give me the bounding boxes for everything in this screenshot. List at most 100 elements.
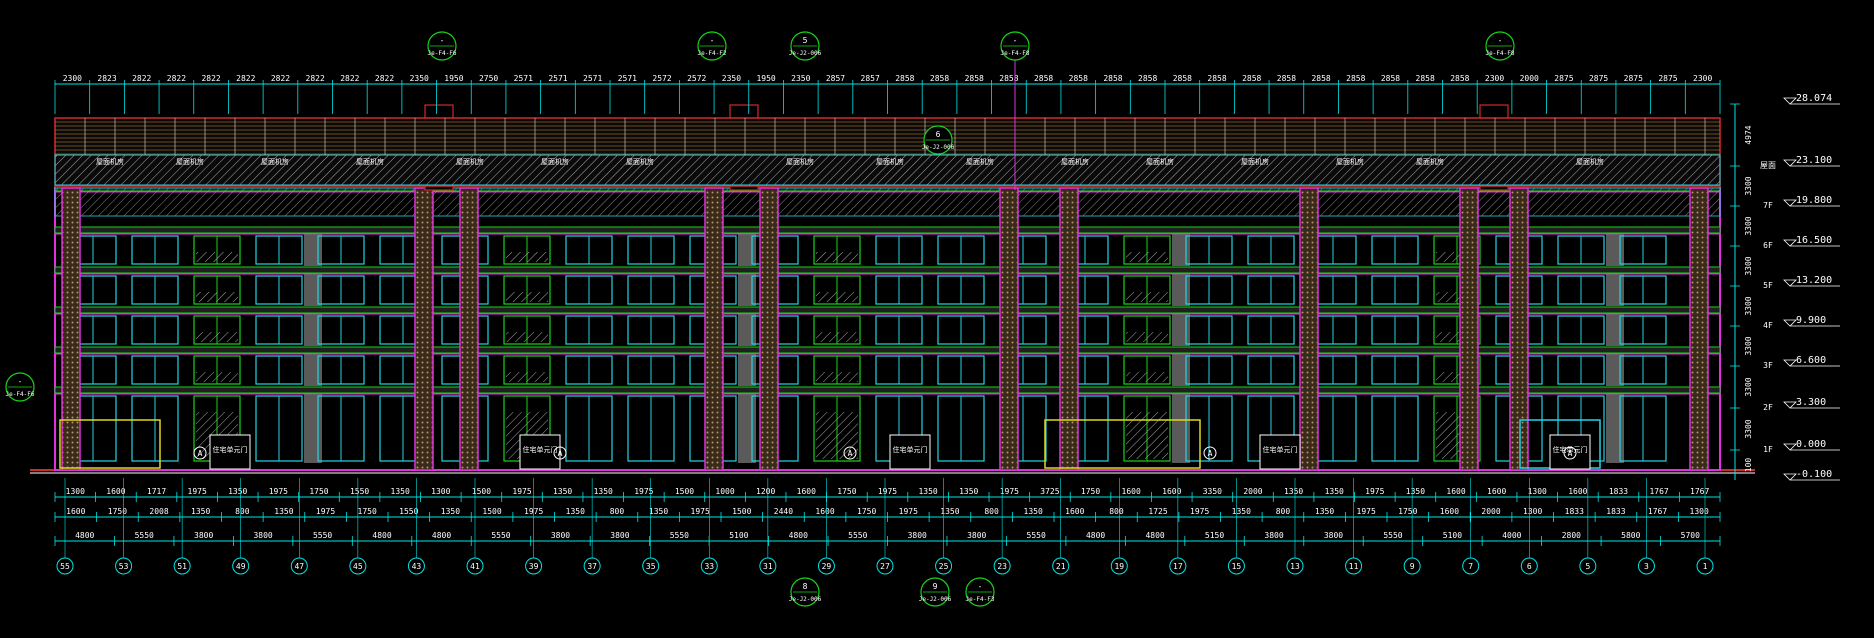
gray-panel <box>1172 234 1190 266</box>
bottom-dim-value: 1350 <box>918 487 937 496</box>
roof-room-label: 屋面机房 <box>1576 157 1604 166</box>
floor-height: 4974 <box>1744 125 1753 144</box>
floor-height: 3300 <box>1744 419 1753 438</box>
callout-number: - <box>440 36 445 45</box>
bottom-dim-value: 4800 <box>75 531 94 540</box>
top-dim-value: 2822 <box>306 74 325 83</box>
top-dim-value: 2750 <box>479 74 498 83</box>
roof-room-label: 屋面机房 <box>876 157 904 166</box>
axis-label: 6 <box>1527 562 1532 571</box>
bottom-dimension-chain: 1300 1600 1717 1975 1350 1975 1750 1550 1350 1300… <box>54 487 1721 546</box>
bottom-dim-value: 4800 <box>372 531 391 540</box>
roof-room-label: 屋面机房 <box>1336 157 1364 166</box>
bottom-dim-value: 1975 <box>1000 487 1019 496</box>
axis-label: 19 <box>1114 562 1124 571</box>
bottom-dim-value: 1975 <box>899 507 918 516</box>
top-dim-value: 2875 <box>1658 74 1677 83</box>
axis-label: 13 <box>1290 562 1300 571</box>
top-dim-value: 2858 <box>1173 74 1192 83</box>
bottom-dim-value: 5550 <box>670 531 689 540</box>
callout-number: - <box>710 36 715 45</box>
roof-room-label: 屋面机房 <box>1416 157 1444 166</box>
balcony-rail <box>1126 292 1168 302</box>
window-tag: A <box>198 449 203 458</box>
bottom-dim-value: 1300 <box>431 487 450 496</box>
axis-label: 21 <box>1056 562 1066 571</box>
balcony-rail <box>1126 332 1168 342</box>
stone-pilaster <box>1689 187 1709 471</box>
roof-room-label: 屋面机房 <box>626 157 654 166</box>
bottom-dim-value: 1350 <box>553 487 572 496</box>
bottom-dim-value: 1500 <box>732 507 751 516</box>
stone-pilaster <box>459 187 479 471</box>
window-tag: A <box>558 449 563 458</box>
bottom-dim-value: 1600 <box>815 507 834 516</box>
roof-room-label: 屋面机房 <box>1146 157 1174 166</box>
top-dim-value: 2822 <box>271 74 290 83</box>
roof-room-label: 屋面机房 <box>541 157 569 166</box>
callout-number: - <box>1498 36 1503 45</box>
bottom-dim-value: 5100 <box>729 531 748 540</box>
gray-panel <box>1606 234 1624 266</box>
balcony-rail <box>196 252 238 262</box>
level-marks: 28.074 23.100 19.800 16.500 13.200 9.900 6.600… <box>1730 93 1840 481</box>
bottom-dim-value: 4000 <box>1502 531 1521 540</box>
bottom-dim-value: 3800 <box>253 531 272 540</box>
bottom-dim-value: 800 <box>1109 507 1124 516</box>
level-value: 9.900 <box>1796 315 1826 326</box>
top-dim-value: 2571 <box>548 74 567 83</box>
bottom-dim-value: 1600 <box>1440 507 1459 516</box>
level-value: -0.100 <box>1796 469 1832 480</box>
bottom-dim-value: 1350 <box>566 507 585 516</box>
bottom-dim-value: 1975 <box>1357 507 1376 516</box>
floor-label: 屋面 <box>1760 161 1776 170</box>
bottom-dim-value: 2000 <box>1243 487 1262 496</box>
floor-label: 4F <box>1763 321 1773 330</box>
bottom-dim-value: 4800 <box>1145 531 1164 540</box>
top-dim-value: 1950 <box>756 74 775 83</box>
floor-label: 7F <box>1763 201 1773 210</box>
bottom-dim-value: 1750 <box>1081 487 1100 496</box>
bottom-dim-value: 1833 <box>1565 507 1584 516</box>
bottom-dim-value: 1600 <box>797 487 816 496</box>
roof-room-label: 屋面机房 <box>966 157 994 166</box>
floor-height: 3300 <box>1744 256 1753 275</box>
bottom-dim-value: 800 <box>235 507 250 516</box>
axis-label: 9 <box>1410 562 1415 571</box>
gray-panel <box>1606 354 1624 386</box>
bottom-dim-value: 1350 <box>959 487 978 496</box>
top-dim-value: 2858 <box>1277 74 1296 83</box>
bottom-dim-value: 1833 <box>1609 487 1628 496</box>
level-symbol <box>1783 279 1797 287</box>
top-dim-value: 2875 <box>1624 74 1643 83</box>
bottom-dim-value: 1750 <box>108 507 127 516</box>
balcony-rail <box>196 292 238 302</box>
callout-ref: Je-F4-F6 <box>6 391 35 398</box>
axis-label: 47 <box>294 562 304 571</box>
bottom-dim-value: 1600 <box>1065 507 1084 516</box>
bottom-dim-value: 1600 <box>66 507 85 516</box>
top-dim-value: 2350 <box>722 74 741 83</box>
callout-ref: Je-J2-006 <box>789 50 822 57</box>
axis-label: 49 <box>236 562 246 571</box>
bottom-dim-value: 3800 <box>1324 531 1343 540</box>
top-dim-value: 2858 <box>965 74 984 83</box>
top-dim-value: 2571 <box>514 74 533 83</box>
bottom-dim-value: 1767 <box>1690 487 1709 496</box>
bottom-dim-value: 1350 <box>441 507 460 516</box>
bottom-dim-value: 1600 <box>1446 487 1465 496</box>
top-dim-value: 2858 <box>1381 74 1400 83</box>
top-dim-value: 2858 <box>999 74 1018 83</box>
callout-number: 9 <box>933 582 938 591</box>
elevation-drawing: 住宅单元门 住宅单元门 住宅单元门 住宅单元门 住宅单元门A A A A A 屋面机房 屋面机房屋… <box>5 31 1840 607</box>
bottom-dim-value: 1833 <box>1606 507 1625 516</box>
top-dim-value: 2350 <box>410 74 429 83</box>
bottom-dim-value: 1975 <box>512 487 531 496</box>
level-symbol <box>1783 159 1797 167</box>
roof-room-label: 屋面机房 <box>1241 157 1269 166</box>
roof-room-label: 屋面机房 <box>356 157 384 166</box>
bottom-dim-value: 5550 <box>1027 531 1046 540</box>
level-symbol <box>1783 97 1797 105</box>
bottom-dim-value: 5550 <box>1383 531 1402 540</box>
axis-label: 7 <box>1468 562 1473 571</box>
